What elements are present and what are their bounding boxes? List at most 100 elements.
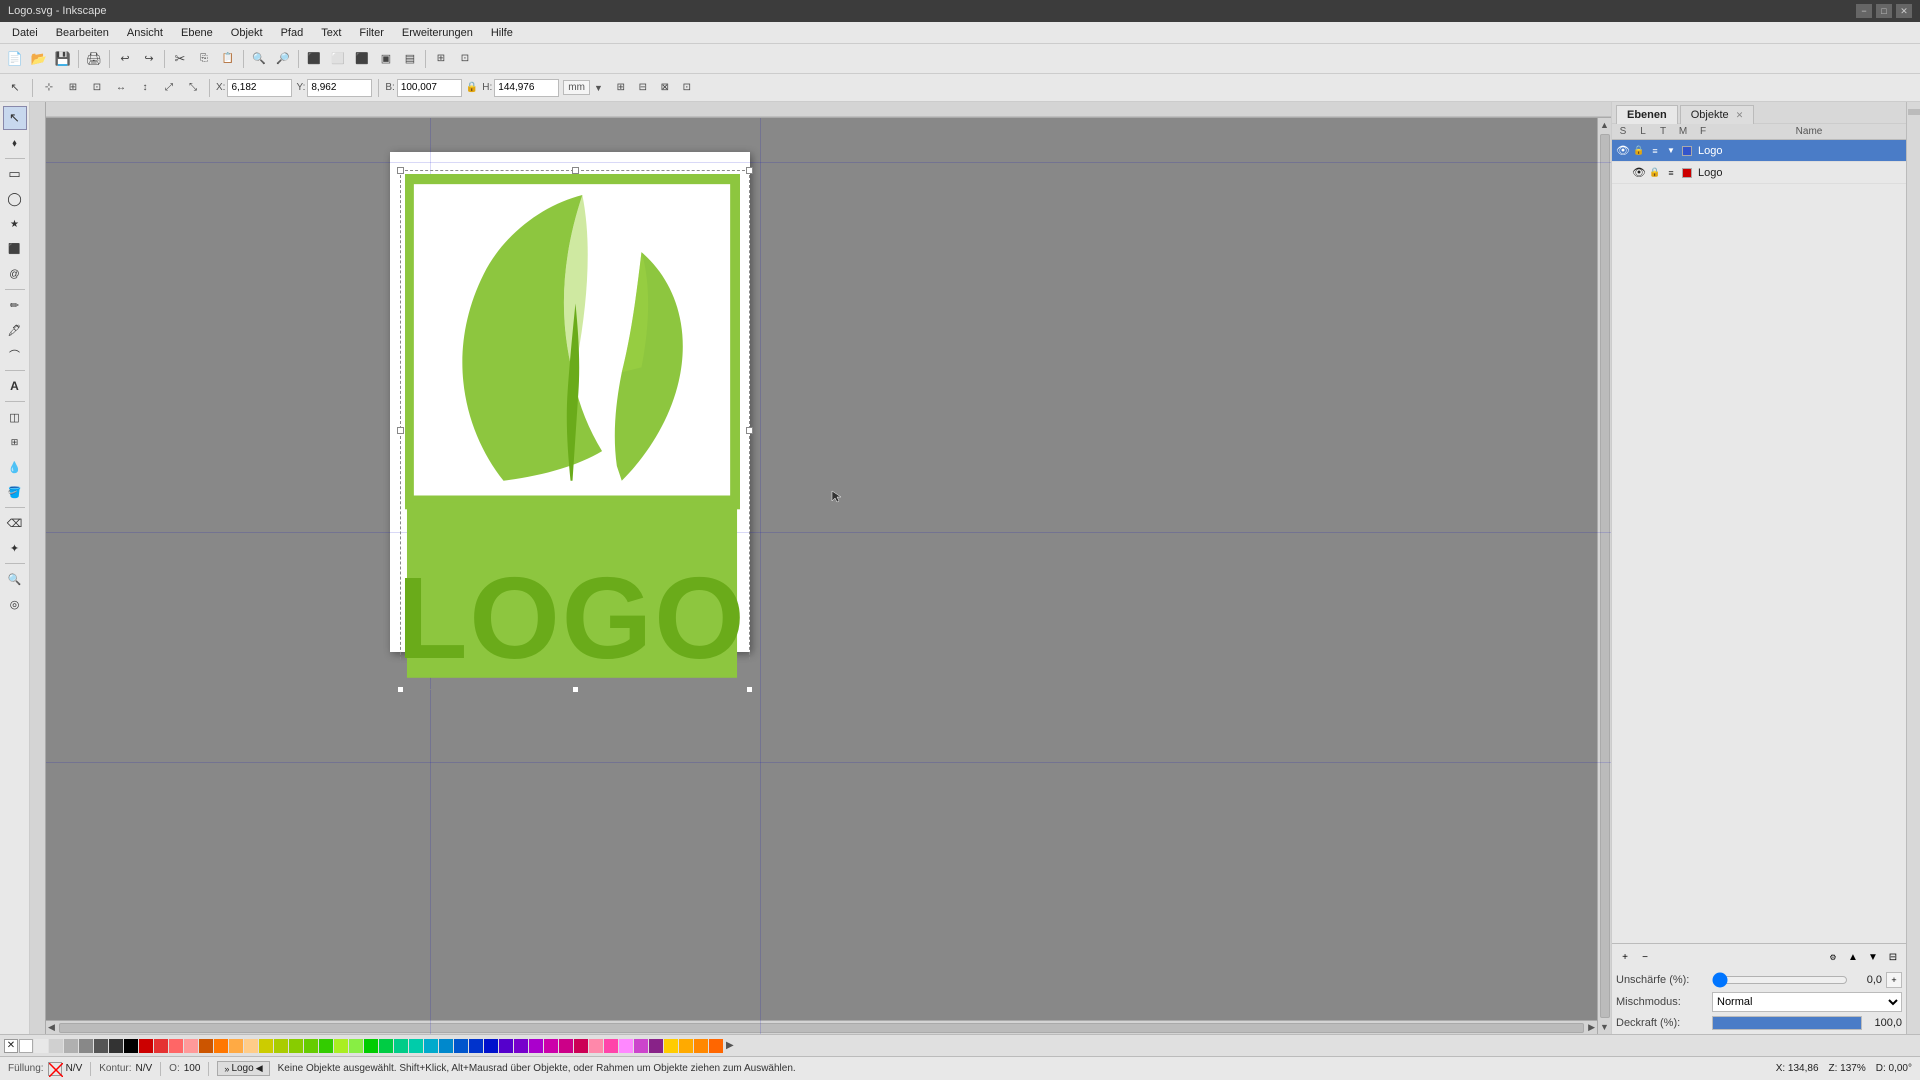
palette-purple1[interactable] xyxy=(514,1039,528,1053)
align-right-button[interactable]: ⬛ xyxy=(351,48,373,70)
zoom-in-button[interactable]: 🔍 xyxy=(248,48,270,70)
view-opt3[interactable]: ⊠ xyxy=(655,78,675,98)
remove-layer-button[interactable]: − xyxy=(1636,948,1654,966)
lock-icon[interactable]: 🔒 xyxy=(466,82,478,93)
copy-button[interactable]: ⎘ xyxy=(193,48,215,70)
palette-darkblue[interactable] xyxy=(484,1039,498,1053)
maximize-button[interactable]: □ xyxy=(1876,4,1892,18)
palette-emerald[interactable] xyxy=(379,1039,393,1053)
blur-slider[interactable] xyxy=(1712,974,1848,986)
palette-limegreen[interactable] xyxy=(334,1039,348,1053)
snap-opt5[interactable]: ↕ xyxy=(135,78,155,98)
palette-puregreen[interactable] xyxy=(364,1039,378,1053)
palette-darkorange2[interactable] xyxy=(694,1039,708,1053)
palette-lightorange[interactable] xyxy=(229,1039,243,1053)
lock-icon-logo[interactable]: 🔒 xyxy=(1632,144,1646,158)
eye-icon-logo-sub[interactable]: 👁 xyxy=(1632,166,1646,180)
view-opt1[interactable]: ⊞ xyxy=(611,78,631,98)
mesh-tool[interactable]: ⊞ xyxy=(3,430,27,454)
layer-expand-logo[interactable]: ▼ xyxy=(1664,146,1678,155)
palette-brightpink[interactable] xyxy=(604,1039,618,1053)
menu-text[interactable]: Text xyxy=(313,25,349,41)
snap-opt3[interactable]: ⊡ xyxy=(87,78,107,98)
layer-settings-button[interactable]: ⚙ xyxy=(1824,948,1842,966)
layer-up-button[interactable]: ▲ xyxy=(1844,948,1862,966)
3d-tool[interactable]: ⬛ xyxy=(3,237,27,261)
palette-cyan[interactable] xyxy=(424,1039,438,1053)
strip-handle[interactable] xyxy=(1908,109,1920,115)
snap-opt4[interactable]: ↔ xyxy=(111,78,131,98)
tab-close-icon[interactable]: ✕ xyxy=(1736,110,1744,120)
palette-blue1[interactable] xyxy=(439,1039,453,1053)
palette-red[interactable] xyxy=(139,1039,153,1053)
palette-lightgray[interactable] xyxy=(34,1039,48,1053)
view-opt2[interactable]: ⊟ xyxy=(633,78,653,98)
spiral-tool[interactable]: @ xyxy=(3,262,27,286)
x-input[interactable] xyxy=(227,79,292,97)
blend-mode-select[interactable]: Normal Multiplizieren Aufhellen xyxy=(1712,992,1902,1012)
select-tool-indicator[interactable]: ↖ xyxy=(4,77,26,99)
layer-indicator[interactable]: » Logo ◀ xyxy=(217,1061,269,1076)
palette-darkviolet[interactable] xyxy=(649,1039,663,1053)
vscroll-up[interactable]: ▲ xyxy=(1600,118,1609,132)
palette-teal1[interactable] xyxy=(394,1039,408,1053)
palette-gray2[interactable] xyxy=(64,1039,78,1053)
close-button[interactable]: ✕ xyxy=(1896,4,1912,18)
palette-lightgreen[interactable] xyxy=(349,1039,363,1053)
zoom-tool[interactable]: 🔍 xyxy=(3,567,27,591)
dropper-tool[interactable]: 💧 xyxy=(3,455,27,479)
palette-verydark[interactable] xyxy=(109,1039,123,1053)
undo-button[interactable]: ↩ xyxy=(114,48,136,70)
menu-pfad[interactable]: Pfad xyxy=(273,25,312,41)
palette-rose[interactable] xyxy=(574,1039,588,1053)
open-button[interactable]: 📂 xyxy=(28,48,50,70)
layer-row-logo[interactable]: 👁 🔒 ≡ ▼ Logo xyxy=(1612,140,1906,162)
layer-down-button[interactable]: ▼ xyxy=(1864,948,1882,966)
palette-hotpink[interactable] xyxy=(559,1039,573,1053)
palette-white[interactable] xyxy=(19,1039,33,1053)
paint-tool[interactable]: 🪣 xyxy=(3,480,27,504)
snap-opt6[interactable]: ⤢ xyxy=(159,78,179,98)
pencil-tool[interactable]: ✏ xyxy=(3,293,27,317)
hscroll-thumb[interactable] xyxy=(59,1023,1584,1033)
align-bottom-button[interactable]: ▤ xyxy=(399,48,421,70)
palette-lightrose[interactable] xyxy=(589,1039,603,1053)
palette-yellowgreen[interactable] xyxy=(274,1039,288,1053)
view-opt4[interactable]: ⊡ xyxy=(677,78,697,98)
vscroll-down[interactable]: ▼ xyxy=(1600,1020,1609,1034)
spray-tool[interactable]: ✦ xyxy=(3,536,27,560)
redo-button[interactable]: ↪ xyxy=(138,48,160,70)
zoom-out-button[interactable]: 🔎 xyxy=(272,48,294,70)
palette-magenta[interactable] xyxy=(544,1039,558,1053)
logo-container[interactable]: LOGO xyxy=(405,174,740,684)
layer-collapse-button[interactable]: ⊟ xyxy=(1884,948,1902,966)
palette-gray3[interactable] xyxy=(79,1039,93,1053)
save-button[interactable]: 💾 xyxy=(52,48,74,70)
snap-opt7[interactable]: ⤡ xyxy=(183,78,203,98)
menu-datei[interactable]: Datei xyxy=(4,25,46,41)
palette-orange[interactable] xyxy=(214,1039,228,1053)
b-input[interactable] xyxy=(397,79,462,97)
palette-red2[interactable] xyxy=(154,1039,168,1053)
blur-add-button[interactable]: + xyxy=(1886,972,1902,988)
palette-teal2[interactable] xyxy=(409,1039,423,1053)
group-button[interactable]: ⊡ xyxy=(454,48,476,70)
palette-violet[interactable] xyxy=(634,1039,648,1053)
palette-black[interactable] xyxy=(124,1039,138,1053)
menu-filter[interactable]: Filter xyxy=(351,25,391,41)
palette-green3[interactable] xyxy=(319,1039,333,1053)
callig-tool[interactable]: ⌒ xyxy=(3,343,27,367)
palette-yellow[interactable] xyxy=(664,1039,678,1053)
eraser-tool[interactable]: ⌫ xyxy=(3,511,27,535)
menu-bearbeiten[interactable]: Bearbeiten xyxy=(48,25,117,41)
menu-hilfe[interactable]: Hilfe xyxy=(483,25,521,41)
menu-ebene[interactable]: Ebene xyxy=(173,25,221,41)
snap-opt1[interactable]: ⊹ xyxy=(39,78,59,98)
palette-deeporange[interactable] xyxy=(709,1039,723,1053)
palette-scroll-right[interactable]: ▶ xyxy=(724,1040,736,1051)
eye-icon-logo[interactable]: 👁 xyxy=(1616,144,1630,158)
menu-objekt[interactable]: Objekt xyxy=(223,25,271,41)
bezier-tool[interactable]: 🖋 xyxy=(3,318,27,342)
palette-darkgray[interactable] xyxy=(94,1039,108,1053)
palette-peach[interactable] xyxy=(244,1039,258,1053)
